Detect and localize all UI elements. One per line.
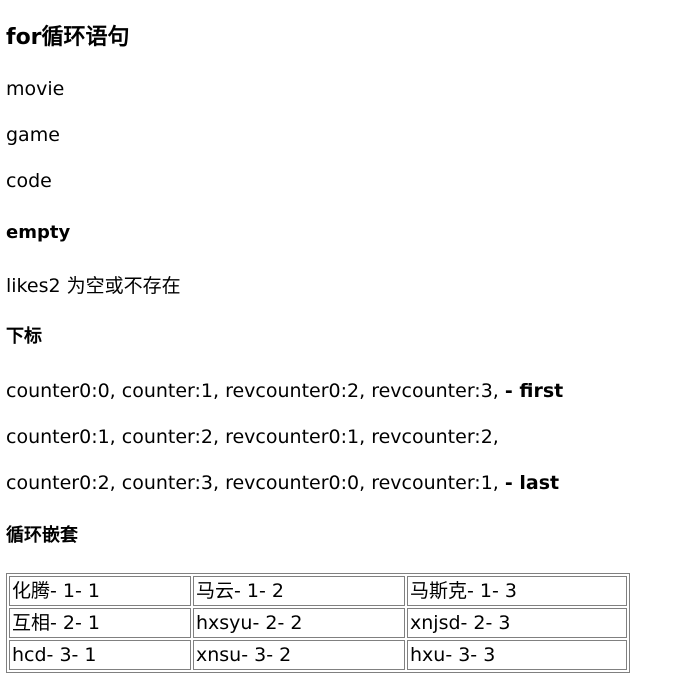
index-row-text: counter0:2, counter:3, revcounter0:0, re…: [6, 472, 499, 494]
index-heading: 下标: [6, 326, 42, 347]
table-cell: 互相- 2- 1: [9, 608, 191, 638]
empty-heading: empty: [6, 222, 71, 243]
table-cell: 化腾- 1- 1: [9, 576, 191, 606]
index-row-tag: - last: [504, 472, 560, 494]
index-row-text: counter0:1, counter:2, revcounter0:1, re…: [6, 426, 499, 448]
table-cell: xnsu- 3- 2: [193, 640, 405, 670]
empty-text: likes2 为空或不存在: [6, 275, 181, 297]
table-row: hcd- 3- 1 xnsu- 3- 2 hxu- 3- 3: [9, 640, 627, 670]
table-row: 化腾- 1- 1 马云- 1- 2 马斯克- 1- 3: [9, 576, 627, 606]
table-cell: xnjsd- 2- 3: [407, 608, 627, 638]
table-cell: 马斯克- 1- 3: [407, 576, 627, 606]
page-title: for循环语句: [6, 25, 130, 50]
list-item: game: [6, 124, 60, 146]
index-row: counter0:0, counter:1, revcounter0:2, re…: [6, 379, 563, 403]
nested-loop-table: 化腾- 1- 1 马云- 1- 2 马斯克- 1- 3 互相- 2- 1 hxs…: [6, 573, 630, 673]
index-row-text: counter0:0, counter:1, revcounter0:2, re…: [6, 380, 499, 402]
table-cell: hxu- 3- 3: [407, 640, 627, 670]
table-cell: hcd- 3- 1: [9, 640, 191, 670]
list-item: code: [6, 170, 52, 192]
index-row-tag: - first: [504, 380, 564, 402]
index-row: counter0:2, counter:3, revcounter0:0, re…: [6, 471, 559, 495]
table-cell: 马云- 1- 2: [193, 576, 405, 606]
index-row: counter0:1, counter:2, revcounter0:1, re…: [6, 425, 499, 449]
list-item: movie: [6, 78, 65, 100]
nested-heading: 循环嵌套: [6, 525, 78, 546]
table-cell: hxsyu- 2- 2: [193, 608, 405, 638]
table-row: 互相- 2- 1 hxsyu- 2- 2 xnjsd- 2- 3: [9, 608, 627, 638]
